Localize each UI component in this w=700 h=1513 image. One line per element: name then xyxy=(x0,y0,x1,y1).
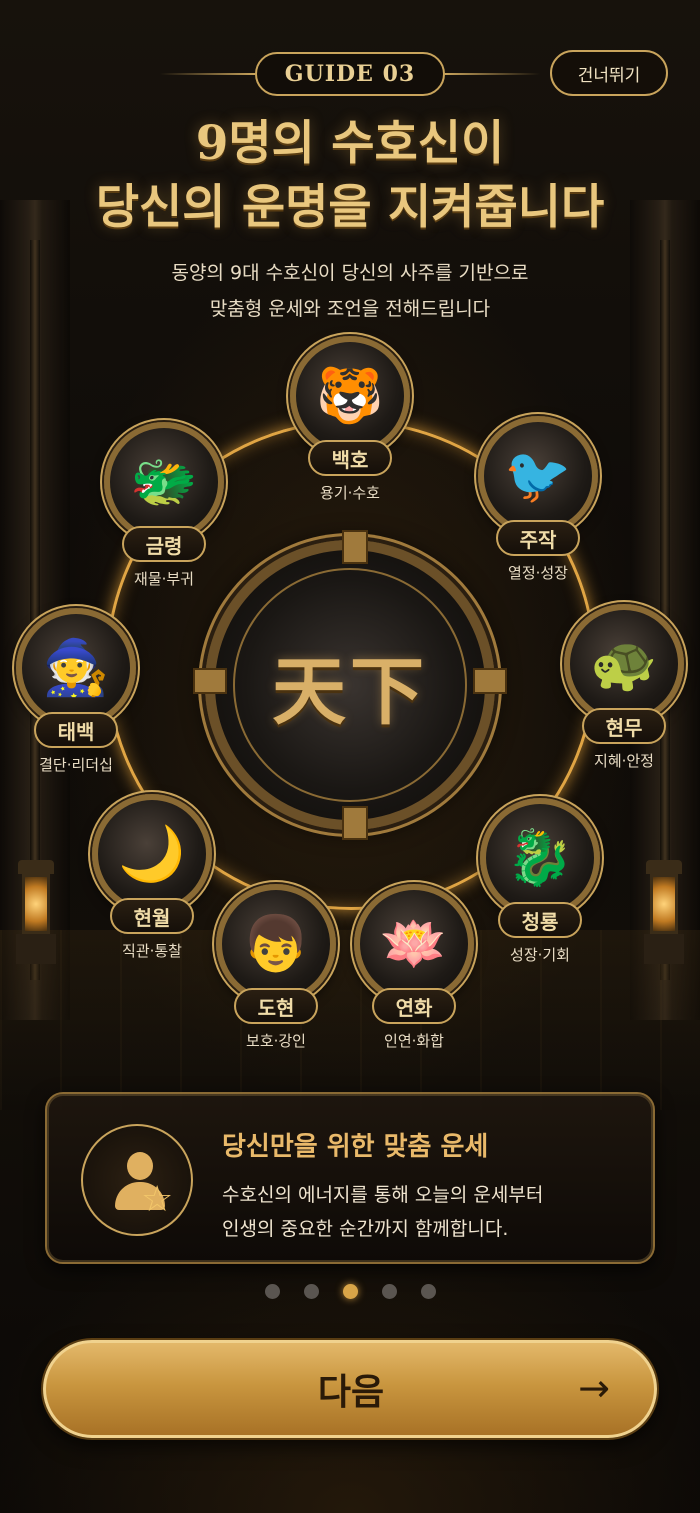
person-star-icon: ☆ xyxy=(81,1124,193,1236)
phoenix-icon: 🐦 xyxy=(478,416,598,536)
title-line-1: 9명의 수호신이 xyxy=(195,116,505,171)
page-dot-4[interactable] xyxy=(381,1284,397,1299)
child-warrior-icon: 👦 xyxy=(216,884,336,1004)
guardian-traits: 열정·성장 xyxy=(508,564,568,582)
guardian-traits: 결단·리더십 xyxy=(39,756,113,774)
page-indicator xyxy=(0,1284,700,1299)
center-medallion: 天下 xyxy=(193,530,507,840)
guardian-traits: 용기·수호 xyxy=(320,484,380,502)
guide-step-badge: GUIDE 03 xyxy=(255,52,445,96)
guardian-name: 연화 xyxy=(372,988,456,1024)
guardian-traits: 재물·부귀 xyxy=(134,570,194,588)
page-dot-1[interactable] xyxy=(264,1284,280,1299)
next-button[interactable]: 다음 → xyxy=(43,1340,657,1438)
guardian-name: 백호 xyxy=(308,440,392,476)
guardian-name: 금령 xyxy=(122,526,206,562)
page-dot-5[interactable] xyxy=(420,1284,436,1299)
moon-maiden-icon: 🌙 xyxy=(92,794,212,914)
sage-icon: 🧙 xyxy=(16,608,136,728)
center-emblem-text: 天下 xyxy=(272,648,428,735)
guardian-traits: 지혜·안정 xyxy=(594,752,654,770)
card-desc-line-1: 수호신의 에너지를 통해 오늘의 운세부터 xyxy=(222,1184,544,1206)
card-title: 당신만을 위한 맞춤 운세 xyxy=(222,1132,489,1162)
guardian-name: 도현 xyxy=(234,988,318,1024)
turtle-snake-icon: 🐢 xyxy=(564,604,684,724)
card-desc-line-2: 인생의 중요한 순간까지 함께합니다. xyxy=(222,1218,509,1240)
info-card: ☆ 당신만을 위한 맞춤 운세 수호신의 에너지를 통해 오늘의 운세부터 인생… xyxy=(45,1092,655,1264)
guardian-traits: 보호·강인 xyxy=(246,1032,306,1050)
arrow-right-icon: → xyxy=(578,1366,610,1410)
guardian-traits: 인연·화합 xyxy=(384,1032,444,1050)
lantern-right xyxy=(644,860,684,970)
guardian-hyeonwol[interactable]: 🌙 현월 직관·통찰 xyxy=(82,794,222,994)
subtitle-line-2: 맞춤형 운세와 조언을 전해드립니다 xyxy=(209,298,491,320)
guardian-name: 주작 xyxy=(496,520,580,556)
guide-ornament-left xyxy=(160,73,255,75)
guardian-name: 청룡 xyxy=(498,902,582,938)
guardian-traits: 직관·통찰 xyxy=(122,942,182,960)
guardian-name: 현무 xyxy=(582,708,666,744)
guide-ornament-right xyxy=(445,73,540,75)
title-line-2: 당신의 운명을 지켜줍니다 xyxy=(95,180,605,235)
lotus-icon: 🪷 xyxy=(354,884,474,1004)
subtitle-line-1: 동양의 9대 수호신이 당신의 사주를 기반으로 xyxy=(171,262,529,284)
guardian-name: 현월 xyxy=(110,898,194,934)
card-description: 수호신의 에너지를 통해 오늘의 운세부터 인생의 중요한 순간까지 함께합니다… xyxy=(222,1178,642,1246)
azure-dragon-icon: 🐉 xyxy=(480,798,600,918)
guardian-yeonhwa[interactable]: 🪷 연화 인연·화합 xyxy=(344,884,484,1084)
tiger-icon: 🐯 xyxy=(290,336,410,456)
page-title: 9명의 수호신이 당신의 운명을 지켜줍니다 xyxy=(0,112,700,240)
guardian-traits: 성장·기회 xyxy=(510,946,570,964)
guardian-hyeonmu[interactable]: 🐢 현무 지혜·안정 xyxy=(554,604,694,804)
page-subtitle: 동양의 9대 수호신이 당신의 사주를 기반으로 맞춤형 운세와 조언을 전해드… xyxy=(0,255,700,327)
guardian-dohyeon[interactable]: 👦 도현 보호·강인 xyxy=(206,884,346,1084)
page-dot-3-active[interactable] xyxy=(342,1284,358,1299)
guardian-jujak[interactable]: 🐦 주작 열정·성장 xyxy=(468,416,608,616)
guardian-geumryeong[interactable]: 🐲 금령 재물·부귀 xyxy=(94,422,234,622)
guardian-taebaek[interactable]: 🧙 태백 결단·리더십 xyxy=(6,608,146,808)
guardian-baekho[interactable]: 🐯 백호 용기·수호 xyxy=(280,336,420,536)
lantern-left xyxy=(16,860,56,970)
guardian-name: 태백 xyxy=(34,712,118,748)
golden-dragon-icon: 🐲 xyxy=(104,422,224,542)
page-dot-2[interactable] xyxy=(303,1284,319,1299)
guardian-cheongryong[interactable]: 🐉 청룡 성장·기회 xyxy=(470,798,610,998)
skip-button[interactable]: 건너뛰기 xyxy=(550,50,668,96)
next-button-label: 다음 xyxy=(317,1372,385,1413)
